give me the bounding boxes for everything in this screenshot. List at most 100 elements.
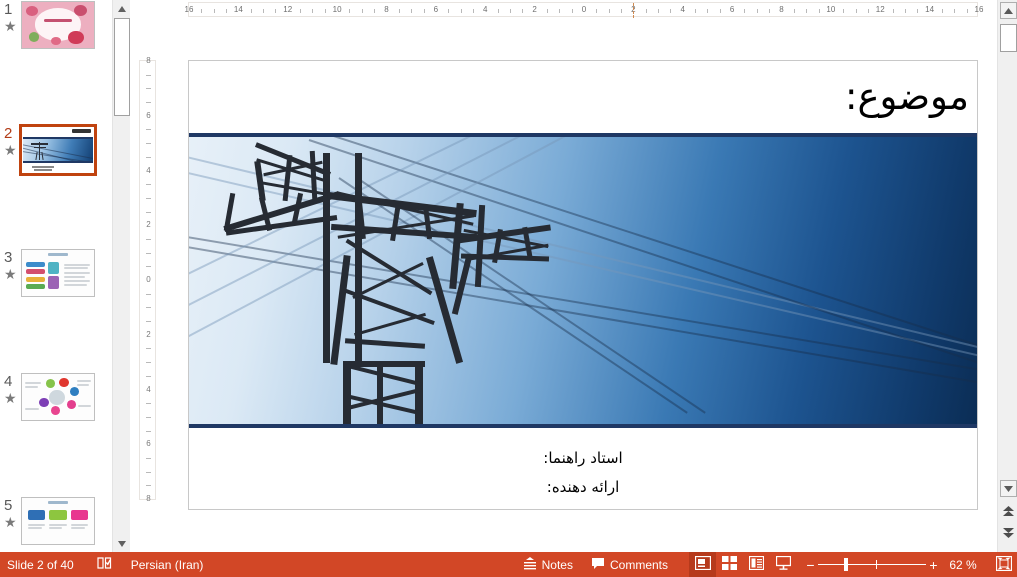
fit-to-window-icon [996,556,1012,574]
reading-view-button[interactable] [743,552,770,577]
ruler-tick [893,9,894,13]
zoom-control[interactable]: − + 62 % [797,552,991,577]
powerpoint-window: 1 ★ 2 ★ [0,0,1017,577]
proofing-status-button[interactable] [88,552,122,577]
slide-image-transmission-tower[interactable] [189,133,977,428]
ruler-tick [819,9,820,13]
slide-sorter-button[interactable] [716,552,743,577]
slide-thumbnail-4[interactable]: 4 ★ [0,372,112,434]
normal-view-icon [695,556,711,573]
ruler-tick [214,9,215,13]
slide-canvas-area[interactable]: موضوع: [156,18,995,552]
slide-thumbnail-pane[interactable]: 1 ★ 2 ★ [0,0,112,552]
ruler-tick [146,102,151,103]
ruler-label: 4 [483,5,487,15]
slide-subtitle-presenter[interactable]: ارائه دهنده: [189,475,977,499]
ruler-label: 10 [333,5,342,15]
slide-thumbnail-5[interactable]: 5 ★ [0,496,112,552]
fit-to-window-button[interactable] [991,552,1017,577]
slide-title-placeholder[interactable]: موضوع: [629,69,969,125]
ruler-tick [146,157,151,158]
ruler-tick [146,376,151,377]
ruler-label: 12 [876,5,885,15]
ruler-label: 6 [434,5,438,15]
normal-view-button[interactable] [689,552,716,577]
ruler-tick [942,9,943,13]
star-icon: ★ [4,19,17,33]
notes-button[interactable]: Notes [514,552,582,577]
indent-marker[interactable] [633,3,634,18]
ruler-label: 4 [140,386,157,394]
zoom-slider-midpoint [876,560,877,569]
ruler-tick [461,9,462,13]
ruler-tick [646,9,647,13]
ruler-label: 14 [925,5,934,15]
scroll-down-icon[interactable] [114,535,130,552]
ruler-tick [263,9,264,13]
ruler-tick [399,9,400,13]
zoom-out-button[interactable]: − [803,557,818,573]
ruler-label: 8 [140,495,157,503]
slide-show-icon [776,556,791,573]
zoom-slider-handle[interactable] [844,558,848,571]
ruler-tick [559,9,560,13]
slide-subtitle-supervisor[interactable]: استاد راهنما: [189,446,977,470]
horizontal-ruler: 1614121086420246810121416 [188,2,978,17]
thumbnail-preview[interactable] [19,124,97,176]
zoom-percentage[interactable]: 62 % [941,558,985,572]
previous-slide-icon[interactable] [1000,503,1017,520]
ruler-tick [146,75,151,76]
scrollbar-thumb[interactable] [114,18,130,116]
ruler-tick [424,9,425,13]
ruler-tick [695,9,696,13]
spell-check-icon [97,556,113,573]
thumbnail-preview[interactable] [21,249,95,297]
ruler-tick [757,9,758,13]
ruler-tick [498,9,499,13]
zoom-slider[interactable] [818,552,926,577]
ruler-tick [917,9,918,13]
slide-thumbnail-2[interactable]: 2 ★ [0,124,112,186]
slide-thumbnail-1[interactable]: 1 ★ [0,0,112,62]
ruler-tick [146,184,151,185]
scroll-up-icon[interactable] [114,0,130,17]
scroll-down-icon[interactable] [1000,480,1017,497]
ruler-tick [473,9,474,13]
scroll-up-icon[interactable] [1000,2,1017,19]
ruler-label: 2 [532,5,536,15]
tower-lattice [219,145,549,428]
current-slide[interactable]: موضوع: [188,60,978,510]
ruler-tick [856,9,857,13]
vertical-ruler: 864202468 [139,60,156,500]
thumbnail-number: 2 [4,126,12,141]
ruler-tick [146,307,151,308]
slide-thumbnail-3[interactable]: 3 ★ [0,248,112,310]
next-slide-icon[interactable] [1000,524,1017,541]
thumbnail-preview[interactable] [21,497,95,545]
ruler-label: 6 [730,5,734,15]
comments-button[interactable]: Comments [582,552,677,577]
language-label[interactable]: Persian (Iran) [122,552,213,577]
thumbnail-preview[interactable] [21,1,95,49]
ruler-tick [146,348,151,349]
thumbnail-preview[interactable] [21,373,95,421]
zoom-in-button[interactable]: + [926,557,941,573]
star-icon: ★ [4,143,17,157]
star-icon: ★ [4,391,17,405]
ruler-tick [658,9,659,13]
ruler-tick [954,9,955,13]
scrollbar-thumb[interactable] [1000,24,1017,52]
ruler-tick [312,9,313,13]
thumbnail-pane-scrollbar[interactable] [112,0,130,552]
notes-label: Notes [542,558,573,572]
ruler-tick [572,9,573,13]
ruler-tick [806,9,807,13]
slide-show-button[interactable] [770,552,797,577]
ruler-label: 4 [140,167,157,175]
slide-area-scrollbar[interactable] [997,0,1017,552]
ruler-tick [146,129,151,130]
ruler-label: 2 [140,331,157,339]
slide-count-label[interactable]: Slide 2 of 40 [0,552,88,577]
ruler-tick [146,485,151,486]
ruler-tick [275,9,276,13]
